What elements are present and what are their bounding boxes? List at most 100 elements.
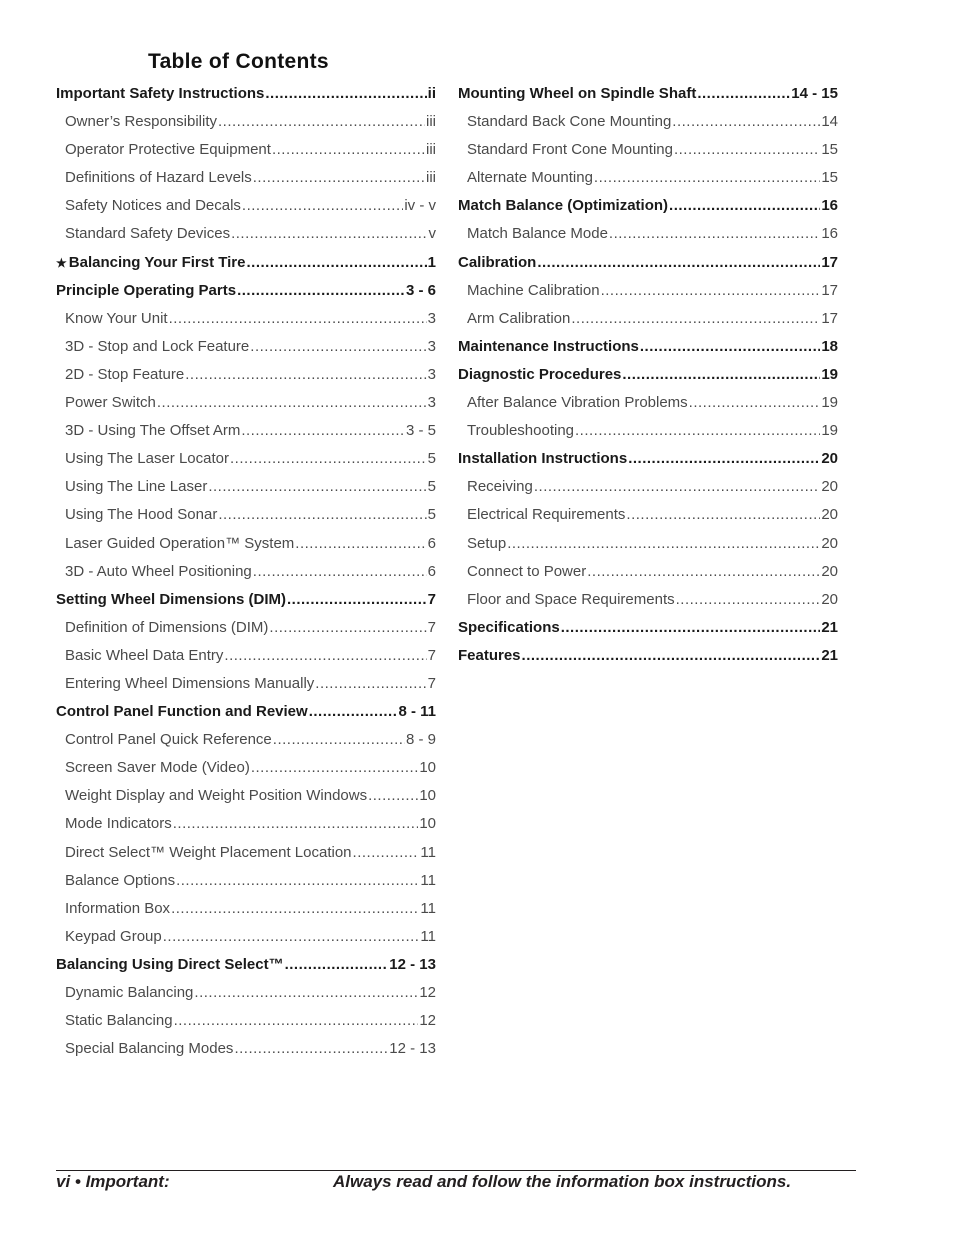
toc-subsection-entry[interactable]: 2D - Stop Feature 3 [56,361,436,389]
toc-subsection-entry[interactable]: Setup 20 [458,530,838,558]
dot-leader [594,164,820,192]
toc-section-entry[interactable]: Calibration 17 [458,249,838,277]
toc-subsection-entry[interactable]: Know Your Unit 3 [56,305,436,333]
dot-leader [309,698,398,726]
toc-subsection-entry[interactable]: Weight Display and Weight Position Windo… [56,782,436,810]
toc-entry-text: After Balance Vibration Problems [467,394,688,412]
toc-section-entry[interactable]: Principle Operating Parts 3 - 6 [56,277,436,305]
toc-page-number: 19 [821,394,838,412]
toc-entry-text: Receiving [467,478,533,496]
toc-subsection-entry[interactable]: Balance Options 11 [56,867,436,895]
toc-subsection-entry[interactable]: Standard Front Cone Mounting 15 [458,136,838,164]
toc-page-number: 20 [821,506,838,524]
toc-section-entry[interactable]: ★Balancing Your First Tire 1 [56,249,436,277]
toc-subsection-entry[interactable]: Troubleshooting 19 [458,417,838,445]
toc-subsection-entry[interactable]: 3D - Auto Wheel Positioning 6 [56,558,436,586]
dot-leader [169,305,427,333]
toc-subsection-entry[interactable]: 3D - Stop and Lock Feature 3 [56,333,436,361]
toc-entry-text: Alternate Mounting [467,169,593,187]
toc-page-number: 12 - 13 [389,955,436,973]
toc-subsection-entry[interactable]: Operator Protective Equipment iii [56,136,436,164]
toc-entry-text: Static Balancing [65,1012,173,1030]
toc-section-entry[interactable]: Setting Wheel Dimensions (DIM) 7 [56,586,436,614]
toc-page-number: 11 [420,843,436,861]
toc-section-entry[interactable]: Control Panel Function and Review 8 - 11 [56,698,436,726]
toc-subsection-entry[interactable]: Machine Calibration 17 [458,277,838,305]
toc-subsection-entry[interactable]: Mode Indicators 10 [56,810,436,838]
toc-section-entry[interactable]: Installation Instructions 20 [458,445,838,473]
toc-entry-label: Basic Wheel Data Entry [65,642,223,670]
toc-subsection-entry[interactable]: Screen Saver Mode (Video) 10 [56,754,436,782]
toc-page-number: 3 - 5 [405,422,436,440]
dot-leader [697,80,790,108]
toc-entry-text: Installation Instructions [458,450,628,468]
toc-section-entry[interactable]: Important Safety Instructions ii [56,80,436,108]
toc-subsection-entry[interactable]: Definition of Dimensions (DIM) 7 [56,614,436,642]
toc-entry-text: Entering Wheel Dimensions Manually [65,674,315,692]
toc-subsection-entry[interactable]: Static Balancing 12 [56,1007,436,1035]
toc-subsection-entry[interactable]: Keypad Group 11 [56,923,436,951]
toc-entry-label: After Balance Vibration Problems [467,389,688,417]
toc-subsection-entry[interactable]: Arm Calibration 17 [458,305,838,333]
dot-leader [237,277,405,305]
toc-section-entry[interactable]: Maintenance Instructions 18 [458,333,838,361]
dot-leader [315,670,426,698]
toc-section-entry[interactable]: Match Balance (Optimization) 16 [458,192,838,220]
toc-subsection-entry[interactable]: Definitions of Hazard Levels iii [56,164,436,192]
toc-subsection-entry[interactable]: Using The Hood Sonar 5 [56,501,436,529]
dot-leader [295,530,426,558]
toc-entry-label: Balancing Using Direct Select™ [56,951,284,979]
toc-subsection-entry[interactable]: Receiving 20 [458,473,838,501]
toc-subsection-entry[interactable]: Direct Select™ Weight Placement Location… [56,839,436,867]
toc-subsection-entry[interactable]: Dynamic Balancing 12 [56,979,436,1007]
toc-subsection-entry[interactable]: Safety Notices and Decals iv - v [56,192,436,220]
toc-entry-text: Calibration [458,253,537,271]
toc-subsection-entry[interactable]: Using The Laser Locator 5 [56,445,436,473]
toc-page-number: 6 [427,562,436,580]
toc-subsection-entry[interactable]: After Balance Vibration Problems 19 [458,389,838,417]
toc-subsection-entry[interactable]: Standard Back Cone Mounting 14 [458,108,838,136]
toc-page-number: 6 [427,534,436,552]
toc-section-entry[interactable]: Features 21 [458,642,838,670]
toc-section-entry[interactable]: Mounting Wheel on Spindle Shaft 14 - 15 [458,80,838,108]
toc-subsection-entry[interactable]: Floor and Space Requirements 20 [458,586,838,614]
dot-leader [368,782,418,810]
toc-subsection-entry[interactable]: Power Switch 3 [56,389,436,417]
toc-page-number: 3 - 6 [405,281,436,299]
toc-entry-text: Information Box [65,899,171,917]
toc-subsection-entry[interactable]: Match Balance Mode 16 [458,220,838,248]
toc-subsection-entry[interactable]: Control Panel Quick Reference 8 - 9 [56,726,436,754]
toc-subsection-entry[interactable]: 3D - Using The Offset Arm 3 - 5 [56,417,436,445]
toc-section-entry[interactable]: Specifications 21 [458,614,838,642]
toc-entry-label: Installation Instructions [458,445,627,473]
toc-subsection-entry[interactable]: Standard Safety Devices v [56,220,436,248]
dot-leader [575,417,820,445]
toc-entry-text: 3D - Auto Wheel Positioning [65,562,252,580]
toc-section-entry[interactable]: Balancing Using Direct Select™ 12 - 13 [56,951,436,979]
toc-page-number: 7 [427,674,436,692]
dot-leader [534,473,820,501]
toc-page-number: 21 [821,618,838,636]
toc-entry-text: 3D - Using The Offset Arm [65,422,241,440]
toc-subsection-entry[interactable]: Using The Line Laser 5 [56,473,436,501]
toc-page-number: 5 [427,450,436,468]
dot-leader [224,642,426,670]
toc-entry-label: Direct Select™ Weight Placement Location [65,839,352,867]
toc-entry-label: Entering Wheel Dimensions Manually [65,670,314,698]
toc-section-entry[interactable]: Diagnostic Procedures 19 [458,361,838,389]
dot-leader [669,192,820,220]
dot-leader [208,473,426,501]
toc-subsection-entry[interactable]: Special Balancing Modes 12 - 13 [56,1035,436,1063]
toc-page-number: 5 [427,478,436,496]
toc-subsection-entry[interactable]: Owner’s Responsibility iii [56,108,436,136]
toc-subsection-entry[interactable]: Basic Wheel Data Entry 7 [56,642,436,670]
toc-subsection-entry[interactable]: Electrical Requirements 20 [458,501,838,529]
toc-subsection-entry[interactable]: Connect to Power 20 [458,558,838,586]
toc-subsection-entry[interactable]: Information Box 11 [56,895,436,923]
toc-page-number: iii [426,169,436,187]
toc-entry-text: Mounting Wheel on Spindle Shaft [458,85,697,102]
toc-subsection-entry[interactable]: Alternate Mounting 15 [458,164,838,192]
toc-subsection-entry[interactable]: Entering Wheel Dimensions Manually 7 [56,670,436,698]
toc-entry-text: Important Safety Instructions [56,85,265,102]
toc-subsection-entry[interactable]: Laser Guided Operation™ System 6 [56,530,436,558]
